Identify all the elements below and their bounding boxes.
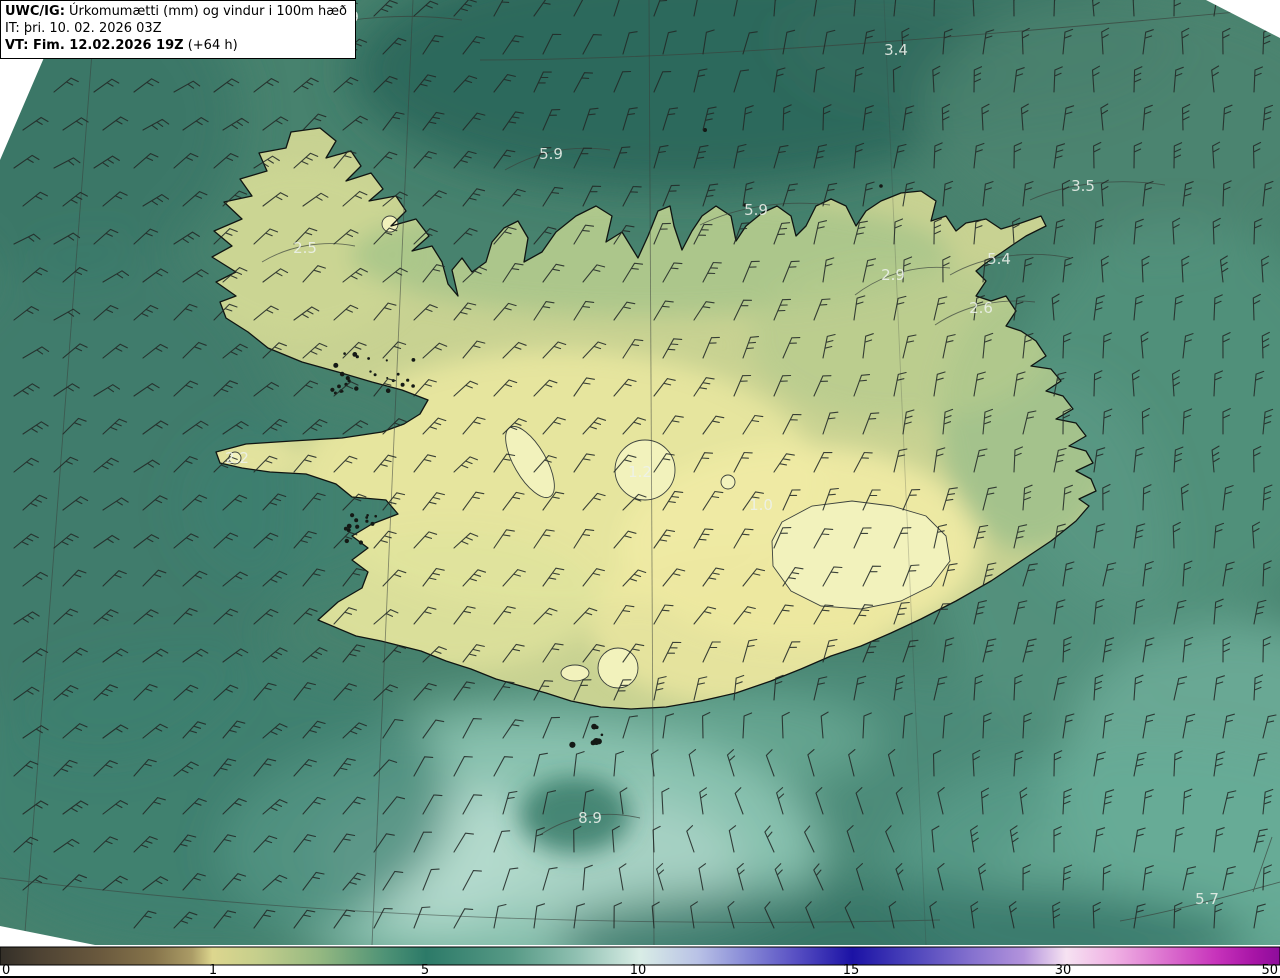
colorbar: 0 1 5 10 15 30 50 xyxy=(0,945,1280,978)
valid-time-line: VT: Fim. 12.02.2026 19Z (+64 h) xyxy=(5,37,347,54)
colorbar-tick: 50 xyxy=(1261,963,1278,978)
colorbar-tick: 0 xyxy=(2,963,10,978)
contour-label: 5.9 xyxy=(744,201,768,219)
contour-label: 2.6 xyxy=(969,299,993,317)
contour-label: 5.7 xyxy=(1195,890,1219,908)
contour-label: 8.9 xyxy=(578,809,602,827)
map-canvas: 4.93.45.95.93.52.55.42.92.62.21.21.08.95… xyxy=(0,0,1280,978)
product-id: UWC/IG: xyxy=(5,4,65,19)
colorbar-tick: 5 xyxy=(421,963,429,978)
contour-label: 1.2 xyxy=(628,463,652,481)
product-title-line: UWC/IG: Úrkomumætti (mm) og vindur i 100… xyxy=(5,3,347,20)
contour-label: 3.4 xyxy=(884,41,908,59)
colorbar-tick: 15 xyxy=(843,963,860,978)
contour-label: 2.9 xyxy=(881,266,905,284)
forecast-lead: (+64 h) xyxy=(183,38,238,53)
colorbar-tick: 1 xyxy=(209,963,217,978)
contour-label: 5.4 xyxy=(987,250,1011,268)
contour-label: 3.5 xyxy=(1071,177,1095,195)
product-description: Úrkomumætti (mm) og vindur i 100m hæð xyxy=(64,4,347,19)
init-time-line: IT: þri. 10. 02. 2026 03Z xyxy=(5,21,162,36)
contour-label: 2.2 xyxy=(225,449,249,467)
colorbar-tick: 30 xyxy=(1055,963,1072,978)
colorbar-tick: 10 xyxy=(630,963,647,978)
valid-time: VT: Fim. 12.02.2026 19Z xyxy=(5,38,184,53)
contour-label: 2.5 xyxy=(293,239,317,257)
weather-map-figure: 4.93.45.95.93.52.55.42.92.62.21.21.08.95… xyxy=(0,0,1280,978)
contour-label: 1.0 xyxy=(749,496,773,514)
title-box: UWC/IG: Úrkomumætti (mm) og vindur i 100… xyxy=(0,0,356,59)
contour-label: 5.9 xyxy=(539,145,563,163)
